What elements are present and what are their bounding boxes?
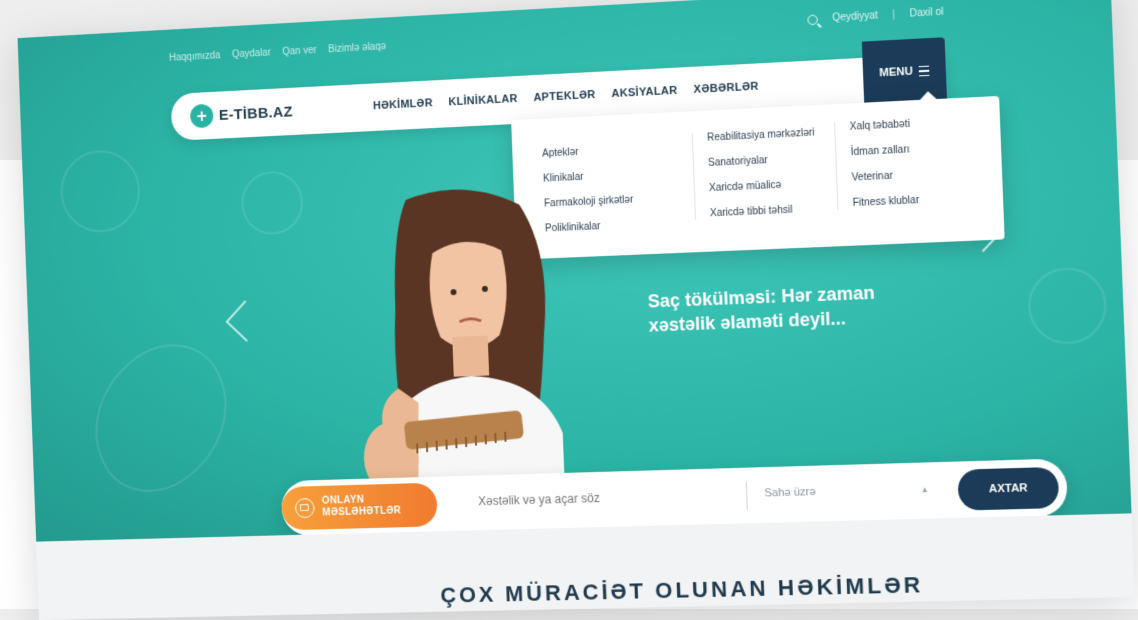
consult-line-2: MƏSLƏHƏTLƏR xyxy=(322,505,401,519)
top-link-contact[interactable]: Bizimlə əlaqə xyxy=(328,41,386,55)
decor-circle xyxy=(1027,266,1108,345)
search-divider xyxy=(746,482,748,510)
hero-banner: Haqqımızda Qaydalar Qan ver Bizimlə əlaq… xyxy=(18,0,1132,542)
slider-prev-arrow-icon[interactable] xyxy=(226,300,267,342)
dropdown-item[interactable]: Fitness klublar xyxy=(852,195,919,209)
dropdown-item[interactable]: Reabilitasiya mərkəzləri xyxy=(707,127,815,143)
top-link-rules[interactable]: Qaydalar xyxy=(232,48,271,61)
search-input[interactable] xyxy=(476,486,740,509)
decor-circle xyxy=(59,149,141,234)
hero-headline[interactable]: Saç tökülməsi: Hər zaman xəstəlik əlamət… xyxy=(647,277,956,337)
dna-decoration xyxy=(66,323,257,514)
dropdown-column-2: Reabilitasiya mərkəzləri Sanatoriyalar X… xyxy=(692,127,818,220)
dropdown-column-3: Xalq təbabəti İdman zalları Veterinar Fi… xyxy=(834,118,919,209)
hamburger-icon xyxy=(919,66,930,77)
search-button[interactable]: AXTAR xyxy=(957,467,1059,511)
dropdown-item[interactable]: Xalq təbabəti xyxy=(849,118,916,132)
nav-item-pharmacies[interactable]: APTEKLƏR xyxy=(533,89,595,104)
video-call-icon xyxy=(295,498,315,518)
dropdown-item[interactable]: Veterinar xyxy=(851,169,918,183)
dropdown-item[interactable]: Apteklər xyxy=(542,144,632,159)
auth-links: Qeydiyyat | Daxil ol xyxy=(807,7,943,26)
field-select[interactable]: Sahə üzrə xyxy=(764,486,816,500)
site-logo[interactable]: + E-TİBB.AZ xyxy=(190,96,293,133)
dropdown-item[interactable]: Xaricdə tibbi təhsil xyxy=(710,203,818,219)
nav-item-news[interactable]: XƏBƏRLƏR xyxy=(693,81,759,96)
caret-up-icon[interactable]: ▲ xyxy=(920,485,929,494)
top-link-donate-blood[interactable]: Qan ver xyxy=(282,45,317,58)
dropdown-item[interactable]: İdman zalları xyxy=(850,144,917,158)
nav-item-clinics[interactable]: KLİNİKALAR xyxy=(448,93,518,108)
auth-separator: | xyxy=(892,9,895,20)
decor-circle xyxy=(240,170,304,236)
online-consultation-button[interactable]: ONLAYN MƏSLƏHƏTLƏR xyxy=(281,483,438,531)
top-link-about[interactable]: Haqqımızda xyxy=(169,50,221,64)
nav-item-doctors[interactable]: HƏKİMLƏR xyxy=(373,97,433,112)
menu-label: MENU xyxy=(879,65,913,79)
logo-text: E-TİBB.AZ xyxy=(219,103,293,123)
consult-label: ONLAYN MƏSLƏHƏTLƏR xyxy=(322,494,402,520)
search-icon[interactable] xyxy=(807,14,818,25)
logo-cross-icon: + xyxy=(190,104,214,129)
dropdown-item[interactable]: Xaricdə müalicə xyxy=(709,178,817,194)
register-link[interactable]: Qeydiyyat xyxy=(832,10,878,24)
top-links: Haqqımızda Qaydalar Qan ver Bizimlə əlaq… xyxy=(169,41,386,64)
primary-nav: HƏKİMLƏR KLİNİKALAR APTEKLƏR AKSİYALAR X… xyxy=(373,81,759,113)
top-utility-bar: Haqqımızda Qaydalar Qan ver Bizimlə əlaq… xyxy=(18,0,1112,77)
nav-item-promotions[interactable]: AKSİYALAR xyxy=(611,85,678,100)
dropdown-item[interactable]: Sanatoriyalar xyxy=(708,153,816,169)
login-link[interactable]: Daxil ol xyxy=(909,7,943,20)
website-mockup: Haqqımızda Qaydalar Qan ver Bizimlə əlaq… xyxy=(18,0,1135,620)
